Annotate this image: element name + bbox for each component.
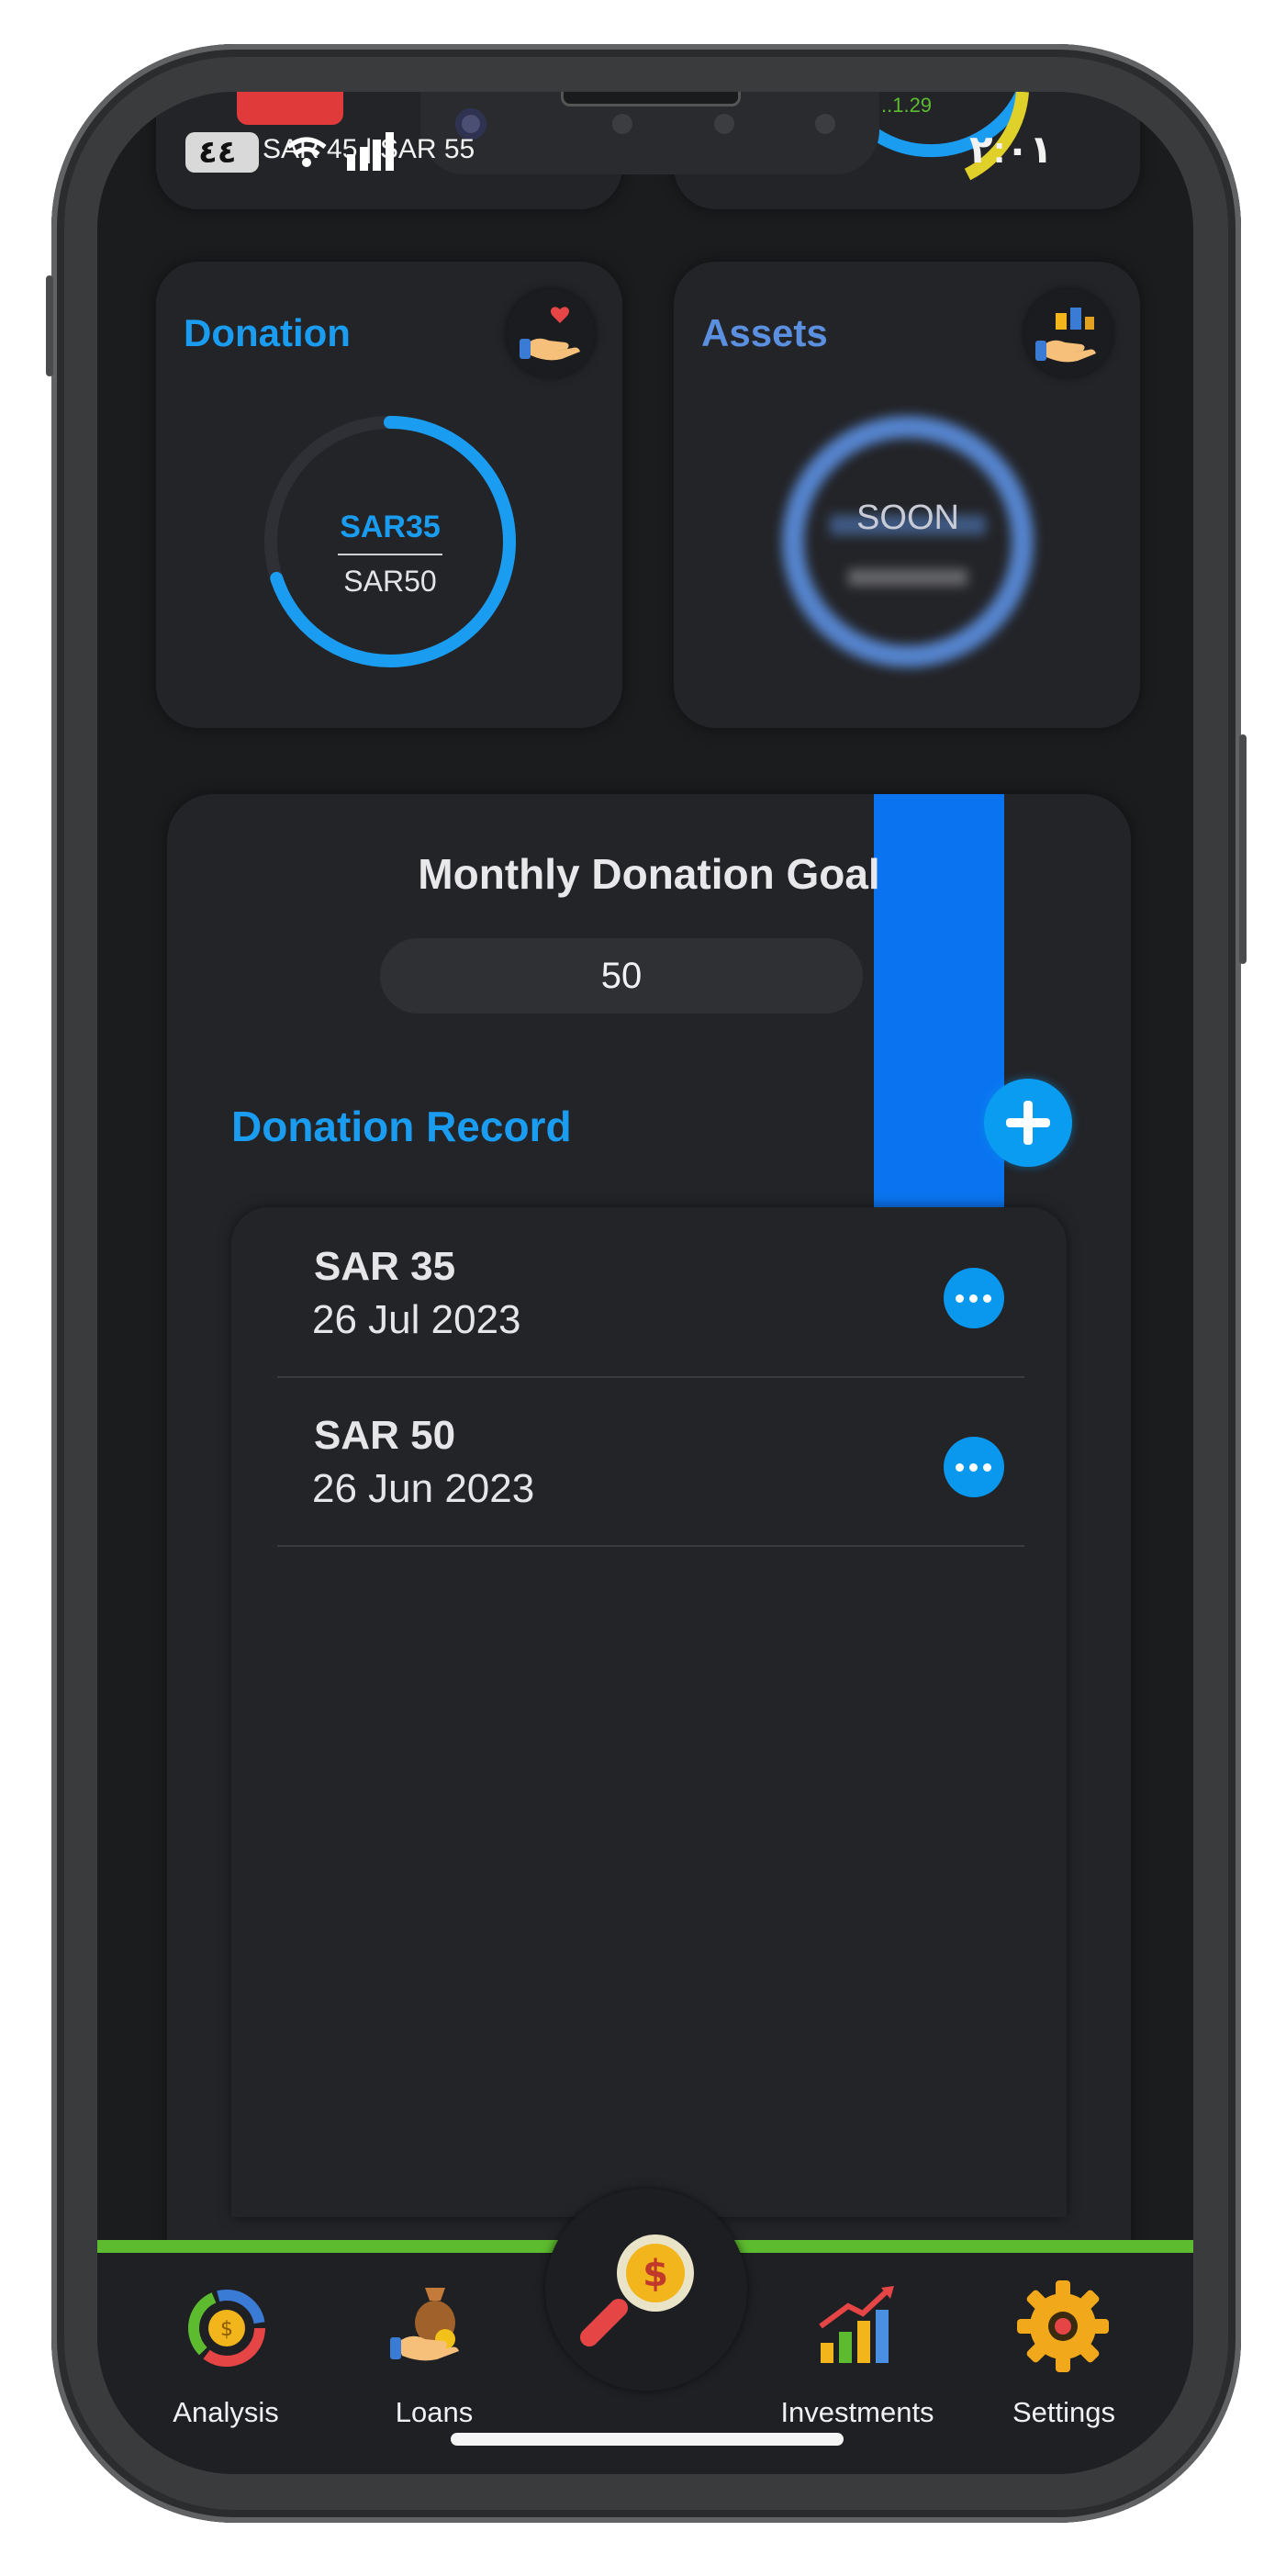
plus-icon[interactable] (984, 1079, 1072, 1167)
tab-settings[interactable]: Settings (967, 2258, 1160, 2442)
goal-amount: SAR50 (343, 565, 437, 598)
assets-blurred-ring (775, 409, 1041, 675)
record-title: Donation Record (231, 1103, 572, 1150)
ring-divider (338, 554, 442, 555)
record-amount: SAR 35 (314, 1244, 456, 1289)
goal-title: Monthly Donation Goal (418, 850, 880, 898)
list-item[interactable]: SAR 35 26 Jul 2023 (277, 1207, 1024, 1378)
loans-bag-icon (390, 2288, 459, 2361)
tab-investments[interactable]: Investments (747, 2258, 967, 2442)
tab-analysis[interactable]: $ Analysis (129, 2258, 322, 2442)
record-list: SAR 35 26 Jul 2023 SAR 50 26 Jun 2023 (231, 1207, 1067, 2217)
svg-text:$: $ (643, 2253, 668, 2295)
more-icon[interactable] (944, 1437, 1004, 1497)
record-amount: SAR 50 (314, 1413, 456, 1458)
battery-value: ٤٤ (198, 135, 237, 170)
tab-label: Analysis (173, 2396, 279, 2428)
record-date: 26 Jun 2023 (312, 1466, 535, 1511)
tab-loans[interactable]: Loans (338, 2258, 531, 2442)
assets-status: SOON (856, 498, 959, 537)
donation-card[interactable]: Donation SAR35 SAR50 (156, 262, 622, 728)
search-dollar-icon: $ (580, 2234, 694, 2346)
goal-input[interactable]: 50 (380, 938, 863, 1014)
volume-button (46, 275, 53, 376)
list-item[interactable]: SAR 50 26 Jun 2023 (277, 1376, 1024, 1547)
wifi-icon (286, 137, 327, 167)
tab-center[interactable]: $ (545, 2189, 747, 2391)
assets-card[interactable]: Assets SOON (674, 262, 1140, 728)
donated-amount: SAR35 (340, 510, 441, 544)
assets-title: Assets (701, 311, 828, 354)
home-indicator (451, 2433, 844, 2446)
tab-label: Loans (395, 2396, 474, 2428)
battery-icon: ٤٤ (185, 132, 259, 173)
status-time: ٢:٠١ (969, 128, 1053, 171)
red-indicator (237, 92, 343, 125)
investments-chart-icon (819, 2286, 894, 2363)
tab-label: Settings (1012, 2396, 1115, 2428)
signal-icon (347, 132, 394, 171)
app-screen: ..1.29 ٤٤ SAR 45 | SAR 55 ٢:٠١ Donation (97, 92, 1193, 2474)
svg-text:$: $ (220, 2318, 233, 2341)
tab-label: Investments (780, 2396, 934, 2428)
heart-hand-icon[interactable] (507, 289, 595, 377)
more-icon[interactable] (944, 1268, 1004, 1328)
assets-hand-icon[interactable] (1024, 289, 1113, 377)
side-button (1239, 734, 1247, 964)
top-ring-label: ..1.29 (881, 94, 933, 117)
record-date: 26 Jul 2023 (312, 1297, 521, 1342)
donation-title: Donation (184, 311, 351, 354)
speaker (561, 92, 741, 106)
gear-icon (1017, 2280, 1109, 2372)
analysis-donut-icon: $ (188, 2290, 265, 2367)
